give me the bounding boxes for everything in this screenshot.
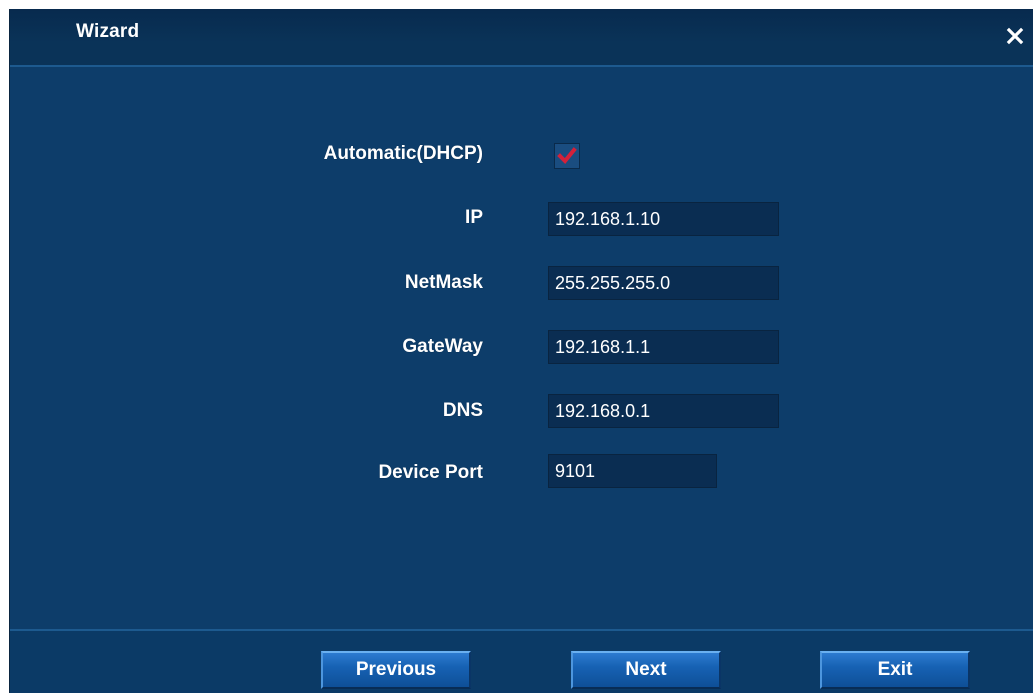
ip-label: IP [465,207,483,228]
window-title: Wizard [76,21,140,42]
wizard-window: Wizard Automatic(DHCP) IP 192.168.1.10 N… [9,9,1033,693]
exit-button[interactable]: Exit [820,651,970,689]
close-button[interactable] [1004,25,1026,47]
network-settings-panel: Automatic(DHCP) IP 192.168.1.10 NetMask … [10,67,1033,632]
checkmark-icon [557,147,577,164]
close-icon [1006,27,1024,45]
gateway-field[interactable]: 192.168.1.1 [548,330,779,364]
netmask-label: NetMask [404,272,483,293]
netmask-field[interactable]: 255.255.255.0 [548,266,779,300]
previous-button[interactable]: Previous [321,651,471,689]
dhcp-label: Automatic(DHCP) [323,143,483,164]
dns-label: DNS [442,400,483,421]
device-port-field[interactable]: 9101 [548,454,717,488]
dns-field[interactable]: 192.168.0.1 [548,394,779,428]
dhcp-checkbox[interactable] [554,143,580,169]
device-port-label: Device Port [378,462,483,483]
next-button[interactable]: Next [571,651,721,689]
gateway-label: GateWay [402,336,483,357]
ip-field[interactable]: 192.168.1.10 [548,202,779,236]
title-bar: Wizard [10,9,1033,67]
button-bar: Previous Next Exit [10,629,1033,693]
